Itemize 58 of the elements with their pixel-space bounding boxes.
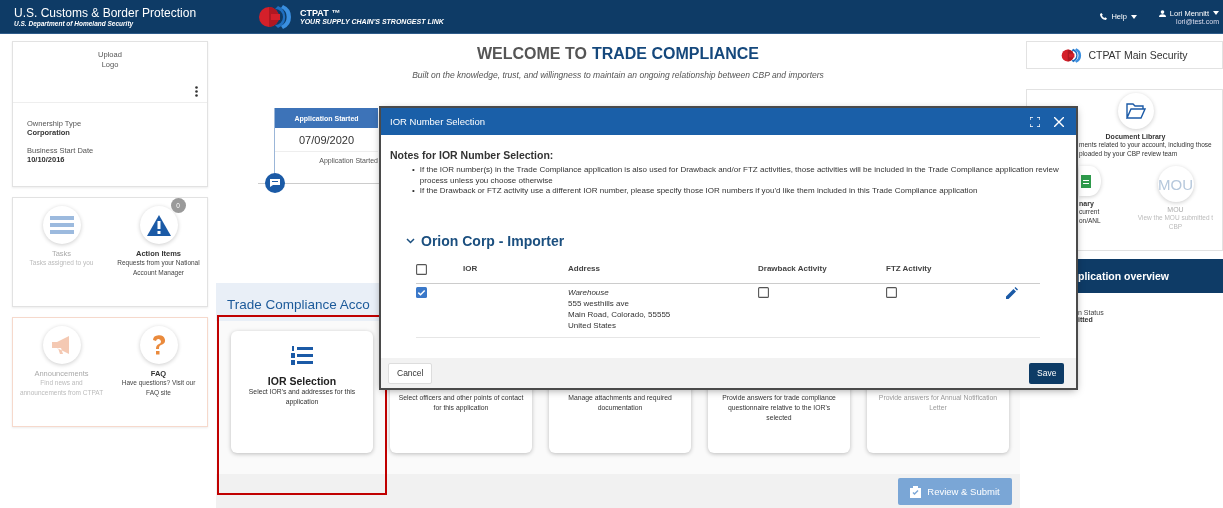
column-header: FTZ Activity	[886, 259, 1006, 283]
tile-button[interactable]	[42, 326, 81, 364]
notes-title: Notes for IOR Number Selection:	[390, 149, 555, 161]
modal-title: IOR Number Selection	[390, 116, 486, 127]
edit-icon[interactable]	[1006, 286, 1018, 299]
fullscreen-icon[interactable]	[1030, 116, 1040, 127]
checkbox[interactable]	[758, 286, 769, 298]
note-text: If the Drawback or FTZ activity use a different IOR number, please specify those IOR numbers if you'd like them included in this Trade Compliance application	[419, 186, 978, 197]
document-icon	[1081, 174, 1091, 188]
phone-icon	[1100, 13, 1108, 20]
column-header: Drawback Activity	[758, 259, 886, 283]
bullet-marker: •	[412, 186, 415, 197]
checkbox[interactable]	[416, 286, 427, 298]
address-line: Main Road, Colorado, 55555	[568, 308, 672, 320]
folder-icon	[1125, 103, 1146, 119]
caret-icon	[1213, 11, 1219, 15]
card-title: IOR Selection	[267, 375, 337, 387]
comment-icon[interactable]	[265, 173, 285, 193]
welcome-subtitle: Built on the knowledge, trust, and willingness to maintain an ongoing relationship between CBP and importers	[411, 70, 825, 80]
checkbox[interactable]	[416, 263, 427, 275]
section-title: Trade Compliance Acco	[227, 297, 370, 312]
address-line: United States	[568, 319, 618, 331]
agency-name: U.S. Customs & Border Protection	[14, 6, 198, 20]
column-header: Address	[568, 259, 758, 283]
ctpat-logo-icon	[258, 2, 294, 31]
save-button[interactable]: Save	[1029, 362, 1064, 384]
timeline-date: 07/09/2020	[275, 128, 378, 152]
column-header: IOR	[463, 259, 568, 283]
checkbox[interactable]	[886, 286, 897, 298]
bullet-marker: •	[412, 165, 415, 176]
tile-button[interactable]	[42, 206, 81, 244]
program-name: CTPAT ™	[300, 8, 342, 18]
ctpat-logo-icon	[1061, 46, 1084, 64]
cancel-button[interactable]: Cancel	[388, 362, 433, 384]
caret-icon	[1130, 14, 1137, 19]
user-icon	[1158, 9, 1166, 17]
more-options-icon[interactable]	[195, 86, 198, 97]
main-security-button[interactable]: CTPAT Main Security	[1026, 41, 1223, 69]
numbered-list-icon	[291, 345, 313, 366]
welcome-title-highlight: TRADE COMPLIANCE	[591, 45, 759, 64]
overview-title: plication overview	[1078, 270, 1170, 282]
tile-button[interactable]	[139, 206, 178, 244]
welcome-title: WELCOME TO	[477, 45, 587, 64]
address-name: Warehouse	[568, 286, 610, 298]
list-icon	[49, 216, 74, 234]
chevron-down-icon[interactable]	[406, 237, 415, 244]
address-line: 555 westhills ave	[568, 297, 630, 309]
note-text: If the IOR number(s) in the Trade Compliance application is also used for Drawback and/or FTZ activities, those activities will be included in the Trade Compliance application review process unless you choose otherwise	[419, 165, 1060, 186]
warning-icon	[146, 214, 171, 236]
tile-button[interactable]	[1079, 166, 1101, 196]
question-icon	[151, 335, 166, 355]
clipboard-check-icon	[910, 485, 922, 498]
main-security-label: CTPAT Main Security	[1088, 49, 1188, 61]
group-title: Orion Corp - Importer	[421, 232, 565, 249]
close-icon[interactable]	[1054, 116, 1064, 127]
mou-icon-text: MOU	[1158, 175, 1193, 193]
document-library-button[interactable]	[1117, 93, 1154, 129]
tile-button[interactable]	[139, 326, 178, 364]
